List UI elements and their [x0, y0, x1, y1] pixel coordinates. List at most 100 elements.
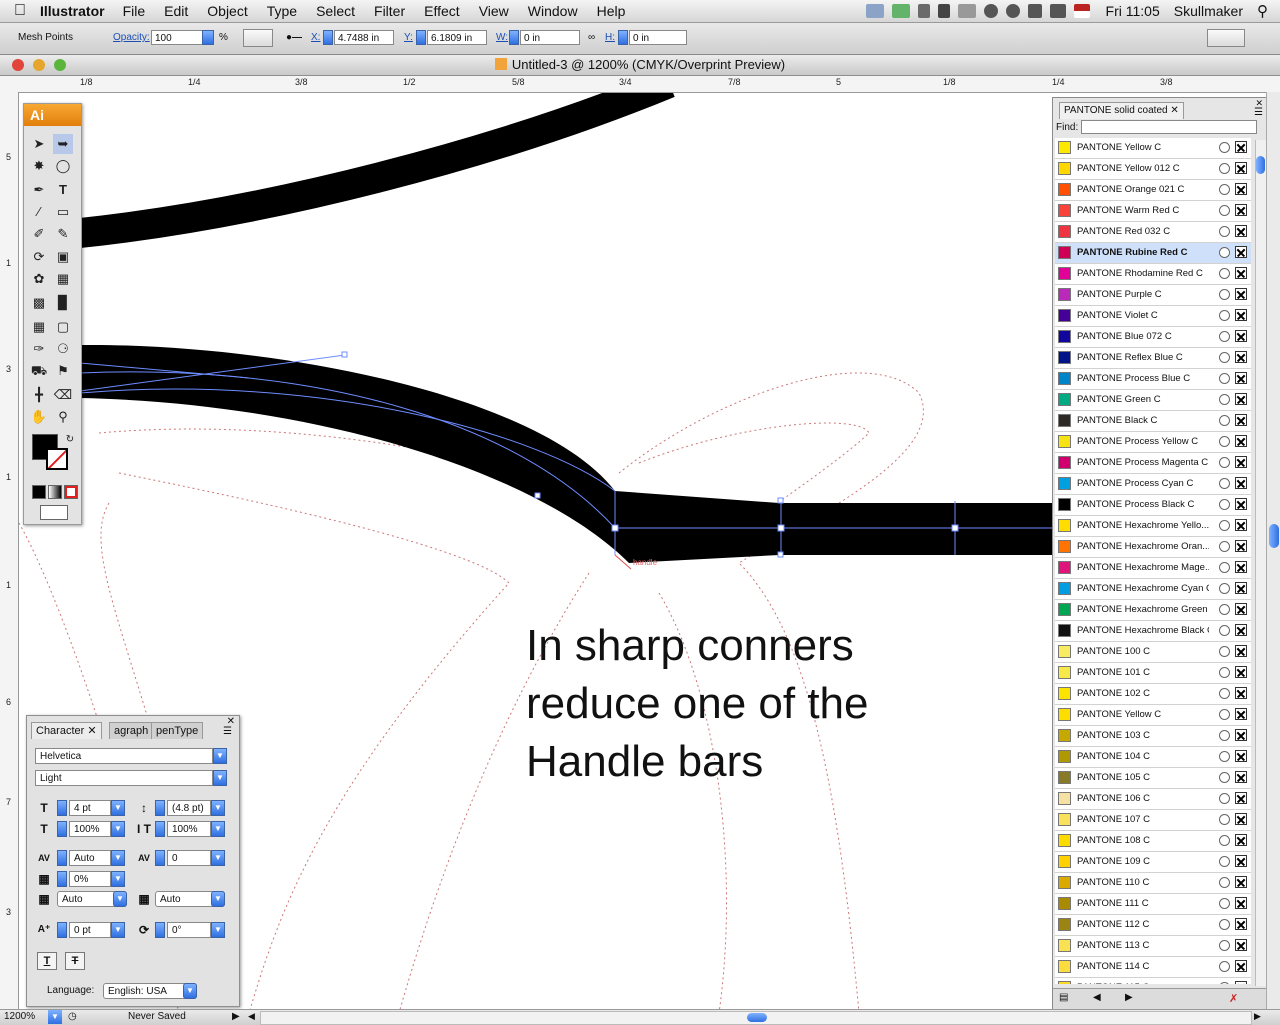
chevron-down-icon[interactable]: ▼ [211, 850, 225, 866]
app-status-icon[interactable] [891, 4, 910, 18]
scroll-thumb[interactable] [747, 1013, 767, 1022]
type-tool-icon[interactable]: T [53, 180, 73, 200]
tools-icon[interactable]: ✗ [1229, 992, 1238, 1005]
minimize-window-button[interactable] [33, 59, 45, 71]
spotlight-search-icon[interactable]: ⚲ [1257, 2, 1268, 20]
direct-selection-tool-icon[interactable]: ➥ [53, 134, 73, 154]
swatch-row[interactable]: PANTONE Rhodamine Red C [1055, 264, 1251, 285]
font-family-dropdown[interactable]: Helvetica [35, 748, 213, 764]
volume-icon[interactable] [1049, 4, 1066, 18]
next-library-icon[interactable]: ▶ [1125, 992, 1133, 1003]
rotation-stepper[interactable] [155, 922, 165, 938]
swatch-row[interactable]: PANTONE 109 C [1055, 852, 1251, 873]
tab-paragraph[interactable]: agraph [109, 722, 154, 739]
vertical-scrollbar[interactable] [1266, 92, 1280, 1009]
panel-options-icon[interactable] [1207, 29, 1245, 47]
swatch-row[interactable]: PANTONE Yellow 012 C [1055, 159, 1251, 180]
menu-view[interactable]: View [479, 3, 509, 19]
panel-menu-icon[interactable]: ☰ [223, 726, 232, 737]
swatch-row[interactable]: PANTONE Black C [1055, 411, 1251, 432]
color-mode-icon[interactable] [32, 485, 46, 499]
swatch-list[interactable]: PANTONE Yellow C PANTONE Yellow 012 C PANT… [1055, 138, 1251, 984]
scale-tool-icon[interactable]: ▣ [53, 247, 73, 267]
warp-tool-icon[interactable]: ✿ [29, 269, 49, 289]
vertical-scale-field[interactable]: 100% [69, 821, 111, 837]
chevron-down-icon[interactable]: ▼ [113, 891, 127, 907]
horizontal-ruler[interactable]: 1/8 1/4 3/8 1/2 5/8 3/4 7/8 5 1/8 1/4 3/… [0, 76, 1280, 93]
tsume-field[interactable]: 0% [69, 871, 111, 887]
underline-button[interactable]: T [37, 952, 57, 970]
swatch-row[interactable]: PANTONE Reflex Blue C [1055, 348, 1251, 369]
swatch-row[interactable]: PANTONE 104 C [1055, 747, 1251, 768]
rectangle-tool-icon[interactable]: ▭ [53, 202, 73, 222]
tab-opentype[interactable]: penType [151, 722, 204, 739]
h-label[interactable]: H: [605, 32, 615, 43]
h-field[interactable]: 0 in [629, 30, 687, 45]
reference-point-icon[interactable]: ●— [286, 32, 302, 43]
swatch-row[interactable]: PANTONE Purple C [1055, 285, 1251, 306]
script-icon[interactable] [917, 4, 930, 18]
tracking-stepper[interactable] [155, 850, 165, 866]
apple-menu-icon[interactable]:  [0, 2, 40, 20]
w-label[interactable]: W: [496, 32, 508, 43]
flag-icon[interactable] [1073, 4, 1090, 18]
swatch-row[interactable]: PANTONE 115 C [1055, 978, 1251, 984]
blend-tool-icon[interactable]: ⚆ [53, 339, 73, 359]
swatch-row[interactable]: PANTONE 112 C [1055, 915, 1251, 936]
x-field[interactable]: 4.7488 in [334, 30, 394, 45]
swatch-row[interactable]: PANTONE Hexachrome Green C [1055, 600, 1251, 621]
scroll-left-icon[interactable]: ◀ [248, 1011, 255, 1022]
gradient-tool-icon[interactable]: ▢ [53, 317, 73, 337]
font-size-field[interactable]: 4 pt [69, 800, 111, 816]
swatch-list-scrollbar[interactable] [1255, 140, 1266, 986]
free-transform-tool-icon[interactable]: ▦ [53, 269, 73, 289]
user-menu[interactable]: Skullmaker [1174, 3, 1243, 19]
x-stepper[interactable] [323, 30, 333, 45]
pen-tool-icon[interactable]: ✒ [29, 180, 49, 200]
chevron-down-icon[interactable]: ▼ [183, 983, 197, 999]
swatch-row[interactable]: PANTONE 111 C [1055, 894, 1251, 915]
swatch-row[interactable]: PANTONE Yellow C [1055, 138, 1251, 159]
graph-tool-icon[interactable]: ▉ [53, 293, 73, 313]
menu-select[interactable]: Select [316, 3, 355, 19]
chevron-down-icon[interactable]: ▼ [111, 871, 125, 887]
eyedropper-tool-icon[interactable]: ✑ [29, 339, 49, 359]
status-menu-icon[interactable]: ◷ [68, 1011, 77, 1022]
swatch-row[interactable]: PANTONE Hexachrome Cyan C [1055, 579, 1251, 600]
swatch-row[interactable]: PANTONE 103 C [1055, 726, 1251, 747]
swatch-row[interactable]: PANTONE Rubine Red C [1055, 243, 1251, 264]
menu-type[interactable]: Type [267, 3, 297, 19]
swatch-row[interactable]: PANTONE Process Blue C [1055, 369, 1251, 390]
screen-mode-icon[interactable] [40, 505, 68, 520]
none-mode-icon[interactable] [64, 485, 78, 499]
chevron-down-icon[interactable]: ▼ [111, 850, 125, 866]
swatch-row[interactable]: PANTONE Hexachrome Oran... [1055, 537, 1251, 558]
chevron-down-icon[interactable]: ▼ [111, 821, 125, 837]
swatch-row[interactable]: PANTONE Orange 021 C [1055, 180, 1251, 201]
line-tool-icon[interactable]: ∕ [29, 202, 49, 222]
magic-wand-tool-icon[interactable]: ✸ [29, 156, 49, 176]
swatch-row[interactable]: PANTONE Hexachrome Yello... [1055, 516, 1251, 537]
zoom-tool-icon[interactable]: ⚲ [53, 407, 73, 427]
app-menu[interactable]: Illustrator [40, 3, 105, 19]
chevron-down-icon[interactable]: ▼ [211, 922, 225, 938]
vertical-scale-stepper[interactable] [57, 821, 67, 837]
leading-field[interactable]: (4.8 pt) [167, 800, 211, 816]
chevron-down-icon[interactable]: ▼ [111, 922, 125, 938]
chevron-down-icon[interactable]: ▼ [211, 800, 225, 816]
chevron-down-icon[interactable]: ▼ [111, 800, 125, 816]
swatch-row[interactable]: PANTONE 113 C [1055, 936, 1251, 957]
menu-help[interactable]: Help [597, 3, 626, 19]
y-stepper[interactable] [416, 30, 426, 45]
status-arrow-icon[interactable]: ▶ [232, 1011, 240, 1022]
chevron-down-icon[interactable]: ▼ [213, 770, 227, 786]
kerning-stepper[interactable] [57, 850, 67, 866]
chevron-down-icon[interactable]: ▼ [213, 748, 227, 764]
menu-file[interactable]: File [123, 3, 146, 19]
eject-icon[interactable] [1027, 4, 1042, 18]
tsume-stepper[interactable] [57, 871, 67, 887]
menu-clock[interactable]: Fri 11:05 [1106, 3, 1160, 19]
panel-menu-icon[interactable]: ☰ [1254, 107, 1263, 118]
vertical-ruler[interactable]: 5 1 3 1 1 6 7 3 [0, 92, 19, 1010]
swatch-row[interactable]: PANTONE 110 C [1055, 873, 1251, 894]
